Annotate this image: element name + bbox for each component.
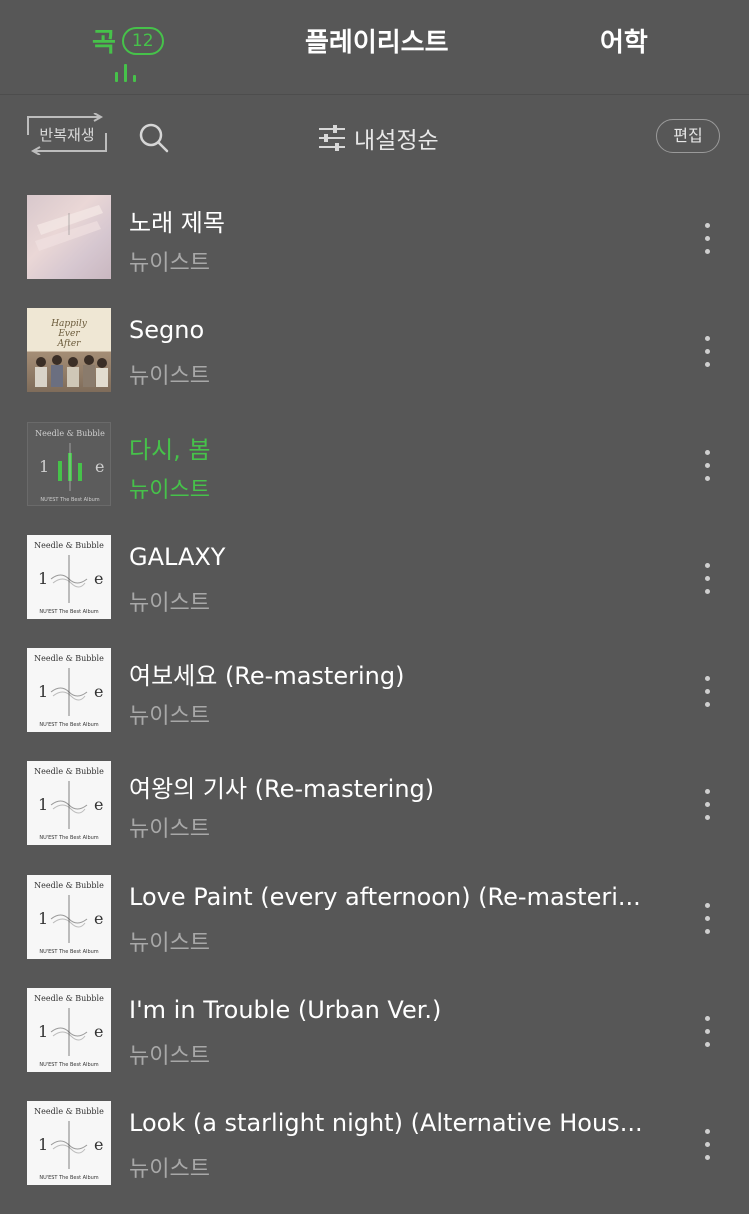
svg-text:1: 1 bbox=[39, 457, 49, 476]
svg-text:e: e bbox=[94, 909, 103, 928]
album-cover: Needle & Bubble 1 e NU'EST The Best Album bbox=[27, 1101, 111, 1185]
svg-text:Ever: Ever bbox=[57, 329, 80, 339]
song-row[interactable]: 노래 제목뉴이스트 bbox=[0, 195, 749, 308]
search-icon bbox=[139, 123, 169, 153]
song-artist: 뉴이스트 bbox=[129, 251, 210, 276]
svg-text:e: e bbox=[94, 1135, 103, 1154]
svg-text:1: 1 bbox=[38, 682, 48, 701]
tab-playlist[interactable]: 플레이리스트 bbox=[305, 22, 449, 59]
album-cover bbox=[27, 195, 111, 279]
sort-button[interactable]: 내설정순 bbox=[318, 121, 439, 155]
svg-text:Needle & Bubble: Needle & Bubble bbox=[35, 429, 105, 438]
svg-text:1: 1 bbox=[38, 1022, 48, 1041]
song-title: I'm in Trouble (Urban Ver.) bbox=[129, 996, 442, 1024]
svg-text:Needle & Bubble: Needle & Bubble bbox=[34, 1107, 104, 1116]
svg-text:NU'EST The Best Album: NU'EST The Best Album bbox=[40, 497, 99, 503]
more-options-icon[interactable] bbox=[696, 223, 720, 257]
album-cover: Needle & Bubble 1 e NU'EST The Best Album bbox=[27, 988, 111, 1072]
more-options-icon[interactable] bbox=[696, 903, 720, 937]
svg-text:NU'EST The Best Album: NU'EST The Best Album bbox=[39, 949, 98, 955]
tab-language[interactable]: 어학 bbox=[600, 22, 648, 59]
svg-text:1: 1 bbox=[38, 569, 48, 588]
more-options-icon[interactable] bbox=[696, 450, 720, 484]
edit-button[interactable]: 편집 bbox=[656, 119, 720, 153]
album-cover: Happily Ever After bbox=[27, 308, 111, 392]
song-title: GALAXY bbox=[129, 543, 226, 571]
album-cover: Needle & Bubble 1 e NU'EST The Best Album bbox=[27, 535, 111, 619]
song-row[interactable]: Needle & Bubble 1 e NU'EST The Best Album 다시… bbox=[0, 422, 749, 535]
svg-text:NU'EST The Best Album: NU'EST The Best Album bbox=[39, 1062, 98, 1068]
search-button[interactable] bbox=[138, 122, 170, 154]
more-options-icon[interactable] bbox=[696, 1016, 720, 1050]
sort-filter-icon bbox=[319, 125, 345, 151]
svg-text:NU'EST The Best Album: NU'EST The Best Album bbox=[39, 609, 98, 615]
svg-text:e: e bbox=[94, 795, 103, 814]
more-options-icon[interactable] bbox=[696, 563, 720, 597]
svg-text:Happily: Happily bbox=[50, 319, 87, 329]
list-toolbar: 반복재생 내설정순 편집 bbox=[0, 95, 749, 175]
more-options-icon[interactable] bbox=[696, 336, 720, 370]
svg-text:e: e bbox=[94, 682, 103, 701]
svg-text:Needle & Bubble: Needle & Bubble bbox=[34, 994, 104, 1003]
svg-text:After: After bbox=[57, 339, 82, 349]
song-row[interactable]: Happily Ever After Segno 뉴이스트 bbox=[0, 308, 749, 421]
svg-text:1: 1 bbox=[38, 795, 48, 814]
svg-text:Needle & Bubble: Needle & Bubble bbox=[34, 654, 104, 663]
song-artist: 뉴이스트 bbox=[129, 817, 210, 842]
song-row[interactable]: Needle & Bubble 1 e NU'EST The Best Album GA… bbox=[0, 535, 749, 648]
tab-songs[interactable]: 곡 12 bbox=[92, 22, 164, 59]
album-cover: Needle & Bubble 1 e NU'EST The Best Album bbox=[27, 875, 111, 959]
more-options-icon[interactable] bbox=[696, 1129, 720, 1163]
song-title: 여보세요 (Re-mastering) bbox=[129, 662, 405, 690]
top-tab-bar: 곡 12 플레이리스트 어학 bbox=[0, 0, 749, 95]
song-title: 여왕의 기사 (Re-mastering) bbox=[129, 775, 435, 803]
song-row[interactable]: Needle & Bubble 1 e NU'EST The Best Album Lo… bbox=[0, 875, 749, 988]
more-options-icon[interactable] bbox=[696, 789, 720, 823]
album-cover: Needle & Bubble 1 e NU'EST The Best Album bbox=[27, 761, 111, 845]
song-row[interactable]: Needle & Bubble 1 e NU'EST The Best Album 여왕… bbox=[0, 761, 749, 874]
repeat-play-button[interactable]: 반복재생 bbox=[26, 113, 108, 155]
song-artist: 뉴이스트 bbox=[129, 1044, 210, 1069]
song-title: Love Paint (every afternoon) (Re-masteri… bbox=[129, 883, 641, 911]
song-artist: 뉴이스트 bbox=[129, 1157, 210, 1182]
song-row[interactable]: Needle & Bubble 1 e NU'EST The Best Album 여보… bbox=[0, 648, 749, 761]
sort-label: 내설정순 bbox=[354, 128, 439, 154]
svg-text:Needle & Bubble: Needle & Bubble bbox=[34, 767, 104, 776]
song-artist: 뉴이스트 bbox=[129, 931, 210, 956]
song-title: Look (a starlight night) (Alternative Ho… bbox=[129, 1109, 643, 1137]
album-cover: Needle & Bubble 1 e NU'EST The Best Album bbox=[27, 648, 111, 732]
repeat-play-label: 반복재생 bbox=[39, 126, 95, 144]
svg-text:Needle & Bubble: Needle & Bubble bbox=[34, 541, 104, 550]
more-options-icon[interactable] bbox=[696, 676, 720, 710]
song-count-badge: 12 bbox=[121, 26, 164, 55]
song-artist: 뉴이스트 bbox=[129, 364, 210, 389]
svg-text:NU'EST The Best Album: NU'EST The Best Album bbox=[39, 835, 98, 841]
song-row[interactable]: Needle & Bubble 1 e NU'EST The Best Album Lo… bbox=[0, 1101, 749, 1214]
svg-text:NU'EST The Best Album: NU'EST The Best Album bbox=[39, 1175, 98, 1181]
song-row[interactable]: Needle & Bubble 1 e NU'EST The Best Album I'… bbox=[0, 988, 749, 1101]
song-title: 노래 제목 bbox=[129, 209, 225, 237]
svg-text:e: e bbox=[94, 1022, 103, 1041]
svg-text:1: 1 bbox=[38, 909, 48, 928]
song-artist: 뉴이스트 bbox=[129, 591, 210, 616]
equalizer-icon bbox=[113, 64, 139, 82]
svg-text:Needle & Bubble: Needle & Bubble bbox=[34, 881, 104, 890]
song-artist: 뉴이스트 bbox=[129, 704, 210, 729]
tab-songs-label: 곡 bbox=[92, 28, 116, 58]
svg-text:e: e bbox=[95, 457, 104, 476]
svg-text:1: 1 bbox=[38, 1135, 48, 1154]
song-title: 다시, 봄 bbox=[129, 436, 211, 464]
svg-text:e: e bbox=[94, 569, 103, 588]
song-title: Segno bbox=[129, 316, 205, 344]
song-artist: 뉴이스트 bbox=[129, 478, 210, 503]
album-cover: Needle & Bubble 1 e NU'EST The Best Album bbox=[27, 422, 111, 506]
svg-text:NU'EST The Best Album: NU'EST The Best Album bbox=[39, 722, 98, 728]
